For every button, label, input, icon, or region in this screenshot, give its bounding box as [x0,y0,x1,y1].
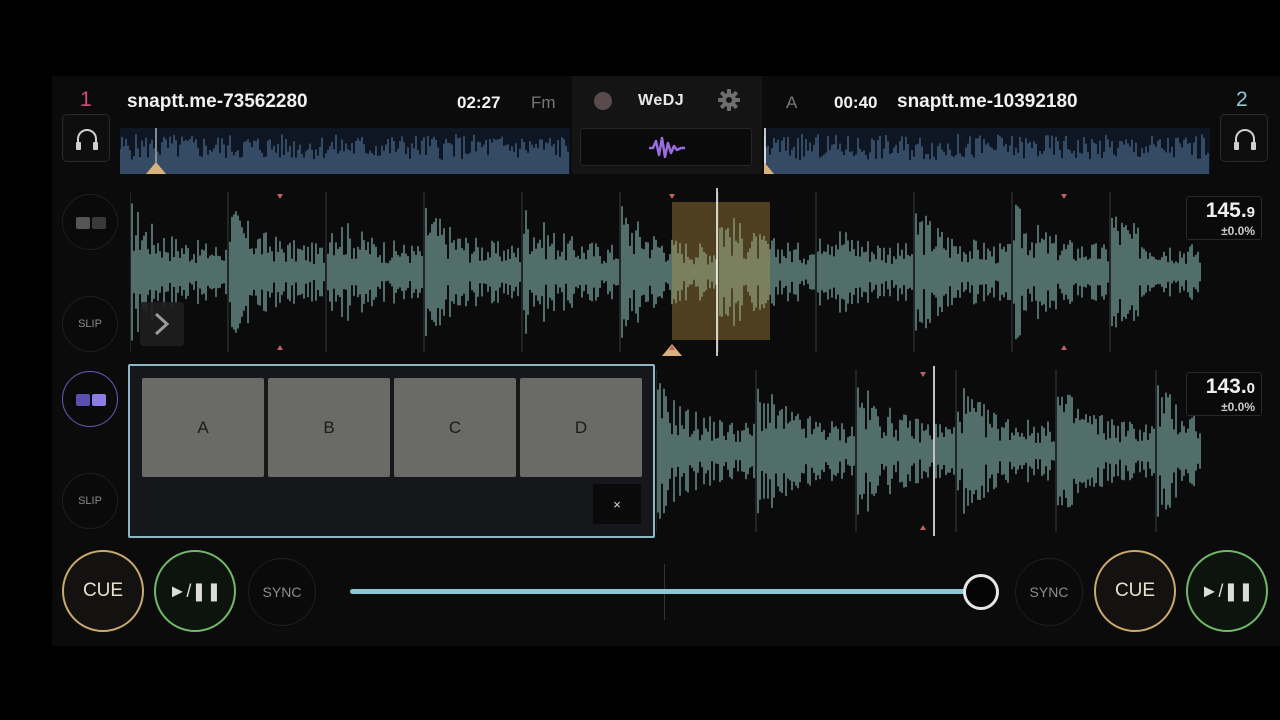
deck2-view-toggle[interactable] [62,371,118,427]
deck2-play-pause-button[interactable]: ►/❚❚ [1186,550,1268,632]
hotcue-panel: A B C D × [128,364,655,538]
deck1-sync-button[interactable]: SYNC [248,558,316,626]
deck2-key: A [786,93,798,112]
deck2-cue-button[interactable]: CUE [1094,550,1176,632]
deck1-play-pause-button[interactable]: ►/❚❚ [154,550,236,632]
chevron-right-icon [154,312,170,336]
dj-app: 1 snaptt.me-73562280 02:27 Fm WeDJ A 00:… [52,76,1280,646]
close-panel-button[interactable]: × [593,484,641,524]
deck1-bpm-display[interactable]: 145.9 ±0.0% [1186,196,1262,240]
crossfader-track[interactable] [350,589,980,594]
crossfader-knob[interactable] [963,574,999,610]
deck1-cue-button[interactable]: CUE [62,550,144,632]
deck1-view-toggle[interactable] [62,194,118,250]
deck2-overview-waveform[interactable] [764,128,1210,174]
headphone-icon [1234,129,1256,150]
center-header: WeDJ [572,76,762,174]
deck2-track-title: snaptt.me-10392180 [897,91,1078,112]
gear-icon[interactable] [717,88,741,112]
deck2-sync-button[interactable]: SYNC [1015,558,1083,626]
waveform-icon [649,136,685,159]
deck1-headphone-button[interactable] [62,114,110,162]
headphone-icon [76,129,98,150]
deck2-slip-button[interactable]: SLIP [62,473,118,529]
hotcue-pad-a[interactable]: A [142,378,264,477]
deck1-slip-button[interactable]: SLIP [62,296,118,352]
hotcue-pad-c[interactable]: C [394,378,516,477]
deck1-key: Fm [531,93,556,112]
deck2-headphone-button[interactable] [1220,114,1268,162]
record-button[interactable] [594,92,612,110]
deck1-overview-waveform[interactable] [120,128,570,174]
deck1-bpm-dec: 9 [1246,204,1255,221]
deck2-bpm-dec: 0 [1246,380,1255,397]
deck2-number: 2 [1236,88,1248,111]
deck1-track-title: snaptt.me-73562280 [127,91,308,112]
hotcue-pad-d[interactable]: D [520,378,642,477]
deck1-next-button[interactable] [140,302,184,346]
deck1-number: 1 [80,88,92,111]
deck2-bpm-int: 143. [1205,375,1247,398]
deck2-pitch: ±0.0% [1221,400,1255,414]
deck2-main-waveform[interactable] [656,366,1202,536]
app-logo: WeDJ [638,92,685,109]
deck2-bpm-display[interactable]: 143.0 ±0.0% [1186,372,1262,416]
split-view-icon [76,217,106,229]
split-view-icon [76,394,106,406]
deck1-pitch: ±0.0% [1221,224,1255,238]
deck1-bpm-int: 145. [1205,199,1247,222]
hotcue-pad-b[interactable]: B [268,378,390,477]
deck2-time: 00:40 [834,93,878,112]
deck1-time: 02:27 [457,93,501,112]
deck1-main-waveform[interactable] [130,188,1202,356]
waveform-mode-button[interactable] [580,128,752,166]
